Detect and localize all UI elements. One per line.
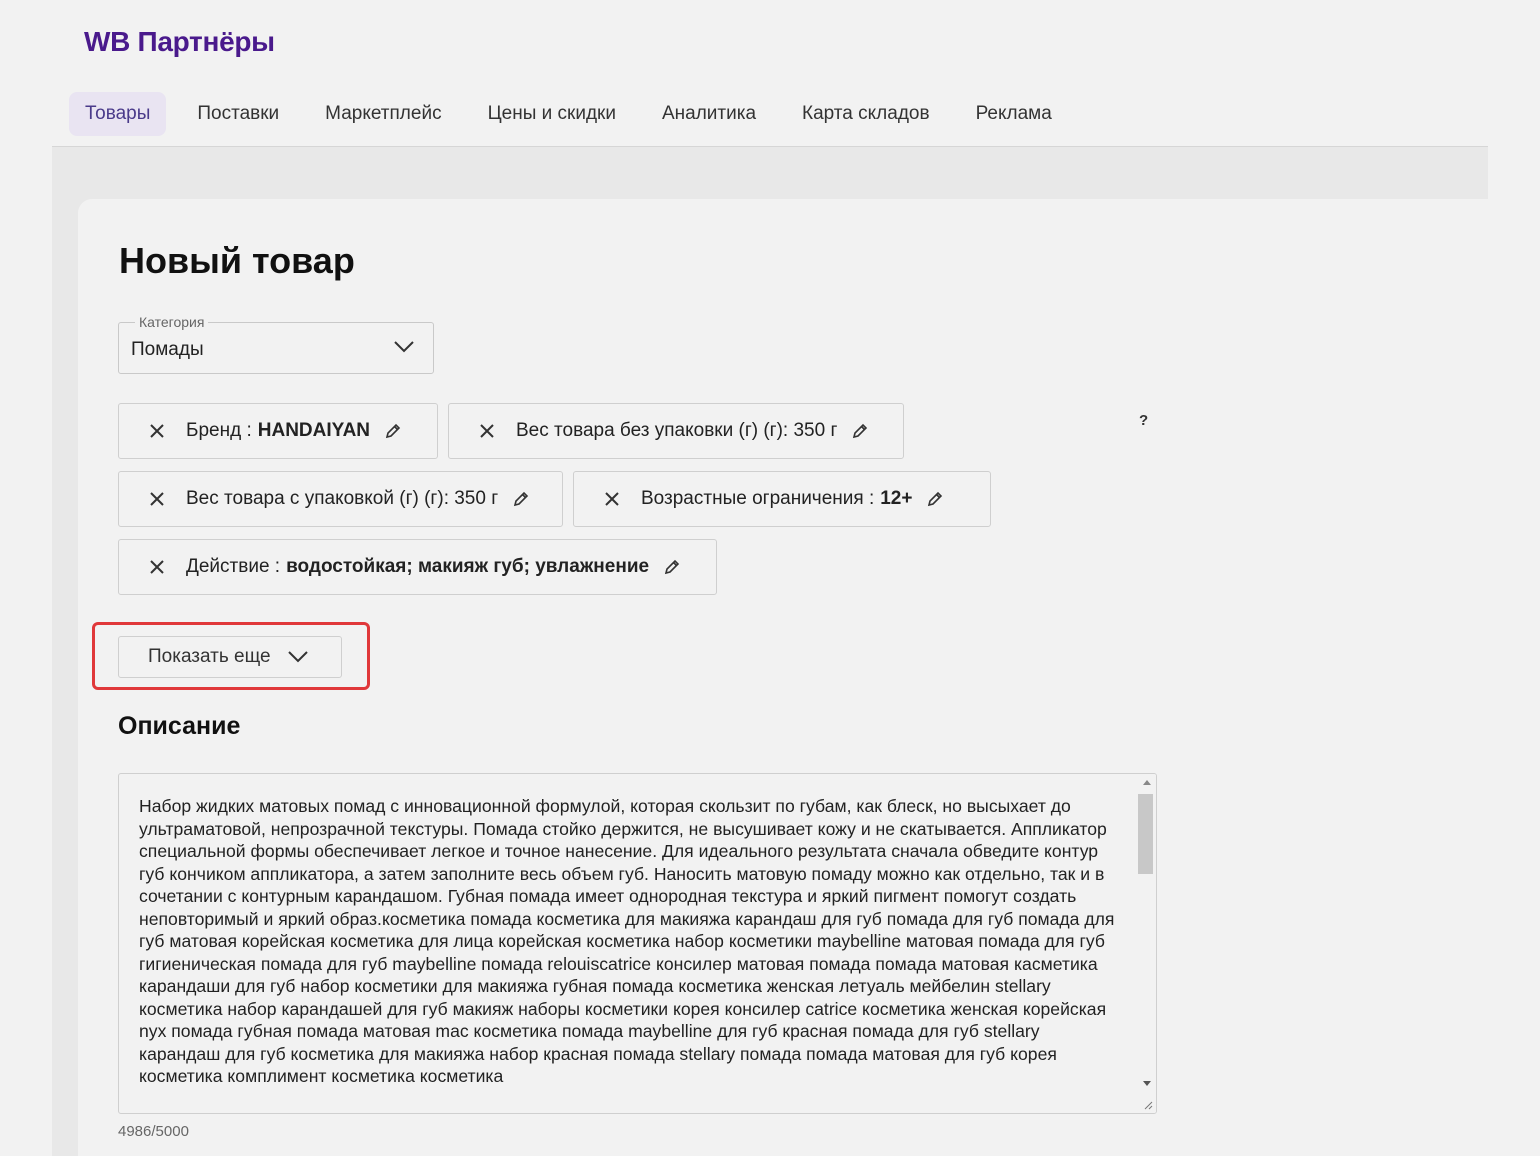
nav-tab-warehouses-map[interactable]: Карта складов [779,92,953,136]
nav-tab-prices[interactable]: Цены и скидки [465,92,639,136]
nav-tab-analytics[interactable]: Аналитика [639,92,779,136]
close-icon[interactable] [479,423,495,439]
nav-tab-supplies[interactable]: Поставки [174,92,302,136]
category-legend: Категория [135,314,209,330]
chip-label: Вес товара с упаковкой (г) (г): 350 г [186,488,499,509]
chip-age-restrictions: Возрастные ограничения : 12+ [573,471,991,527]
category-value: Помады [131,339,204,360]
show-more-label: Показать еще [148,646,271,667]
logo[interactable]: WB Партнёры [84,26,275,58]
nav-tab-marketplace[interactable]: Маркетплейс [302,92,464,136]
category-select[interactable]: Категория Помады [118,314,434,374]
close-icon[interactable] [149,423,165,439]
main-nav: Товары Поставки Маркетплейс Цены и скидк… [69,92,1075,136]
close-icon[interactable] [604,491,620,507]
show-more-button[interactable]: Показать еще [118,636,342,678]
chip-brand: Бренд : HANDAIYAN [118,403,438,459]
char-counter: 4986/5000 [118,1123,189,1140]
chip-label: Бренд : [186,420,252,441]
description-heading: Описание [118,712,241,740]
nav-tab-ads[interactable]: Реклама [953,92,1075,136]
description-text: Набор жидких матовых помад с инновационн… [139,796,1115,1086]
scroll-thumb[interactable] [1138,794,1153,874]
chip-value: водостойкая; макияж губ; увлажнение [286,556,650,577]
textarea-scrollbar[interactable] [1136,774,1156,1113]
nav-tab-products[interactable]: Товары [69,92,167,136]
resize-grip-icon[interactable] [1141,1098,1153,1110]
chip-value: 12+ [880,488,913,509]
pencil-icon[interactable] [851,422,869,440]
scroll-up-icon[interactable] [1143,780,1151,785]
scroll-down-icon[interactable] [1143,1081,1151,1086]
chip-weight-with-package: Вес товара с упаковкой (г) (г): 350 г [118,471,563,527]
pencil-icon[interactable] [663,558,681,576]
pencil-icon[interactable] [512,490,530,508]
chip-label: Возрастные ограничения : [641,488,875,509]
chevron-down-icon [287,651,308,663]
description-textarea[interactable]: Набор жидких матовых помад с инновационн… [118,773,1157,1114]
chip-label: Действие : [186,556,281,577]
close-icon[interactable] [149,491,165,507]
chip-action: Действие : водостойкая; макияж губ; увла… [118,539,717,595]
chip-weight-without-package: Вес товара без упаковки (г) (г): 350 г [448,403,904,459]
pencil-icon[interactable] [926,490,944,508]
page-title: Новый товар [119,240,355,281]
chip-value: HANDAIYAN [257,420,371,441]
help-icon[interactable]: ? [1139,412,1148,429]
close-icon[interactable] [149,559,165,575]
pencil-icon[interactable] [384,422,402,440]
chip-label: Вес товара без упаковки (г) (г): 350 г [516,420,838,441]
chevron-down-icon [394,341,414,353]
